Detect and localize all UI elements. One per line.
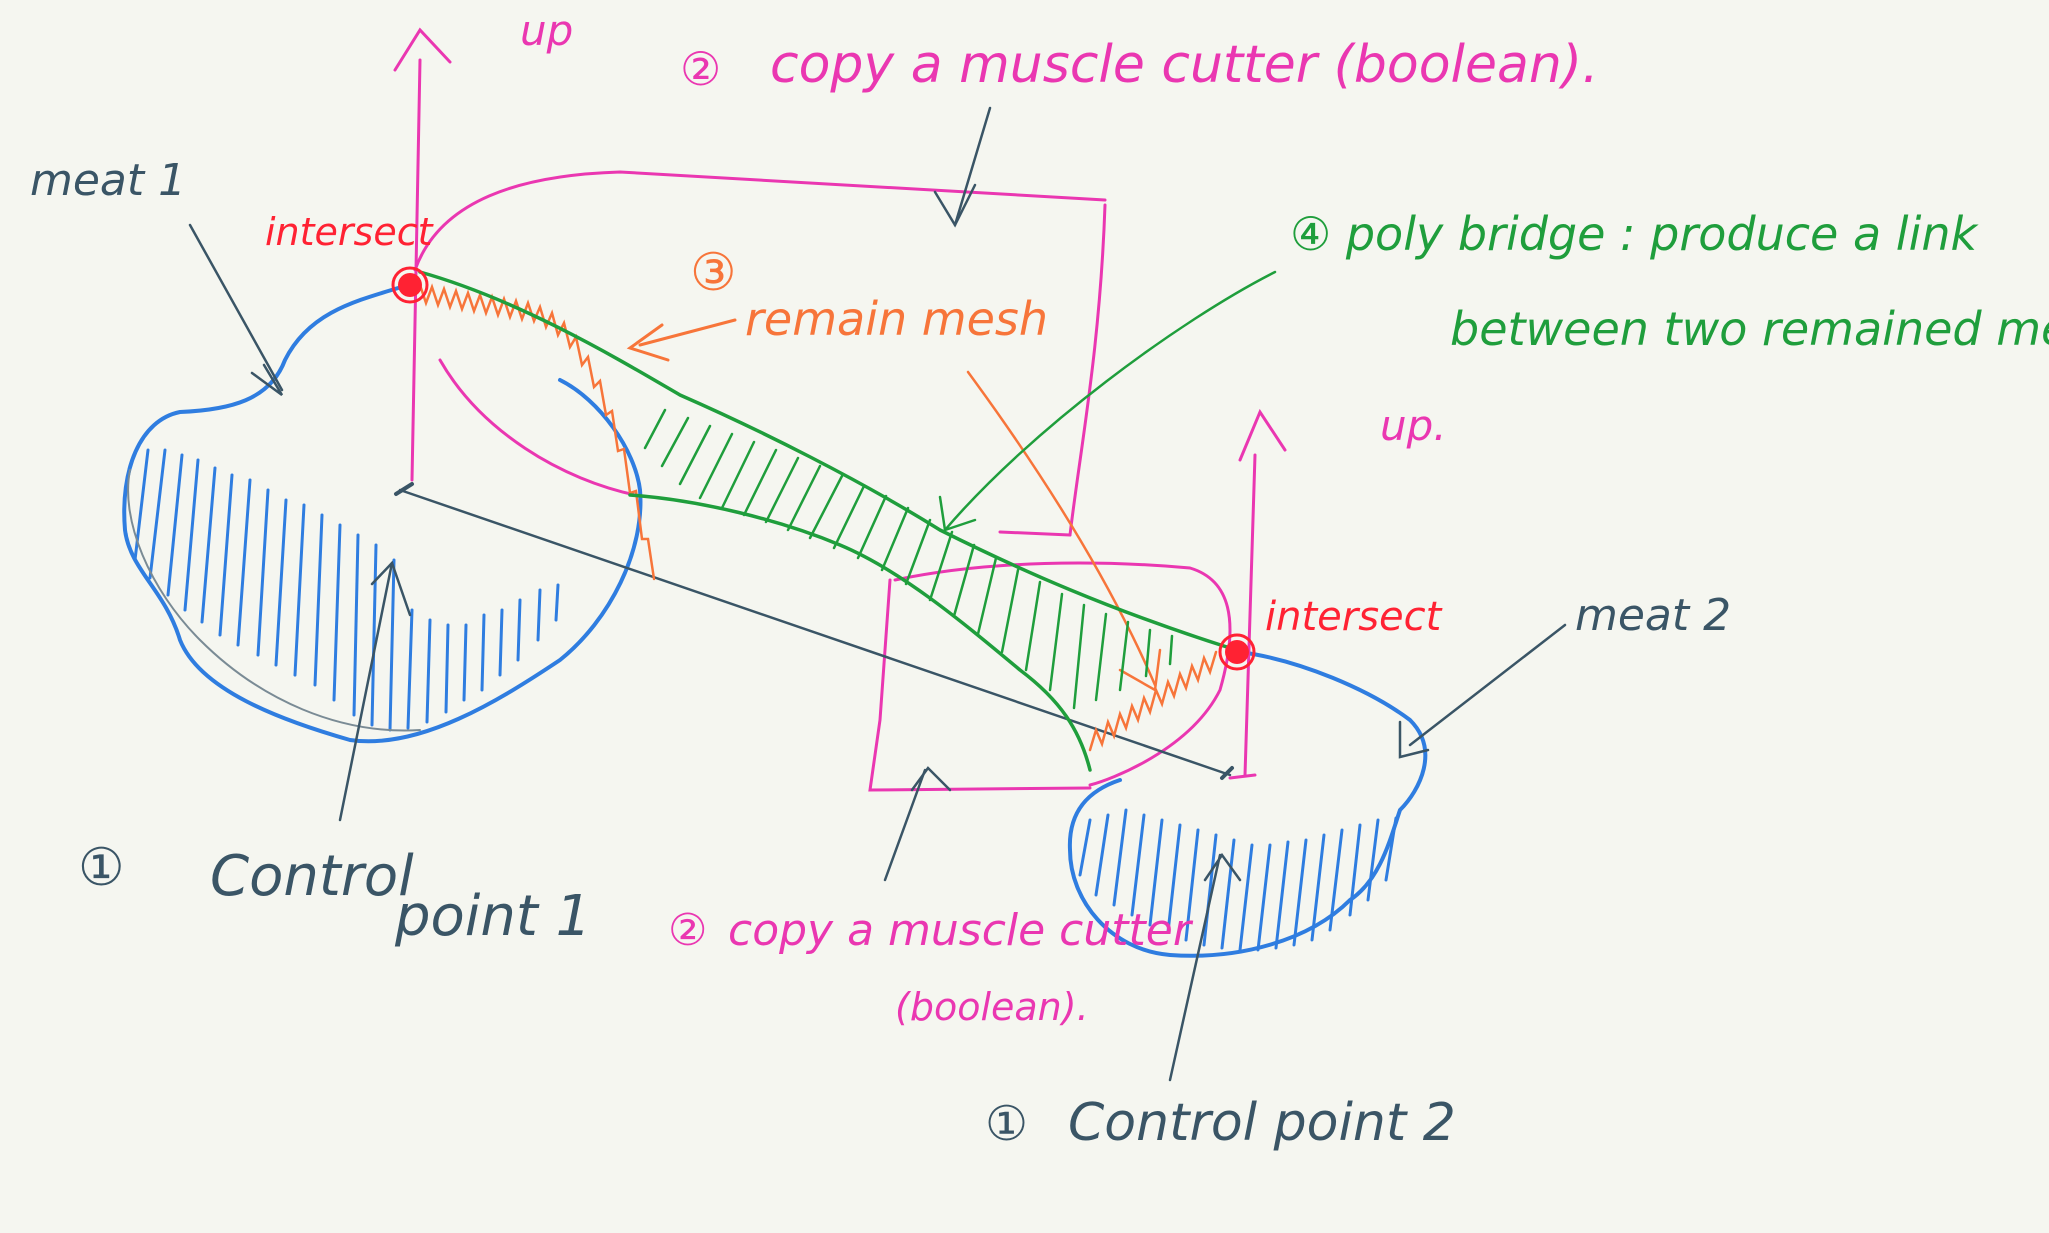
- control-point-2-number: ①: [985, 1096, 1028, 1152]
- step3-label: remain mesh: [745, 292, 1048, 346]
- sketch-canvas: meat 1 meat 2 intersect intersect up up.…: [30, 6, 2049, 1153]
- intersect-left-label: intersect: [265, 210, 435, 254]
- intersect-right-label: intersect: [1265, 594, 1443, 640]
- step2-top-label: copy a muscle cutter (boolean).: [770, 35, 1599, 95]
- muscle-cutter-1: [393, 27, 1107, 537]
- step2-bottom-label-line1: copy a muscle cutter: [728, 905, 1194, 956]
- step3-number: ③: [690, 243, 737, 303]
- intersect-point-2: [1218, 633, 1256, 671]
- poly-bridge: [418, 270, 1277, 772]
- step4-label-line1: ④ poly bridge : produce a link: [1290, 207, 1980, 261]
- up-right-label: up.: [1380, 401, 1447, 450]
- meat1-label: meat 1: [30, 155, 186, 206]
- control-point-1-label-b: point 1: [394, 884, 591, 949]
- control-point-2-label: Control point 2: [1068, 1093, 1456, 1153]
- control-point-1-number: ①: [78, 838, 125, 898]
- remain-mesh: [418, 283, 1218, 752]
- step2-bottom-label-line2: (boolean).: [895, 985, 1089, 1029]
- step2-top-number: ②: [680, 42, 721, 96]
- intersect-point-1: [391, 266, 429, 304]
- step2-bottom-number: ②: [668, 905, 707, 956]
- meat-1-hatch: [133, 448, 560, 732]
- step4-label-line2: between two remained mesh: [1450, 302, 2049, 356]
- labels: meat 1 meat 2 intersect intersect up up.…: [30, 6, 2049, 1153]
- up-left-label: up: [520, 6, 573, 55]
- meat-1-outline: [122, 283, 643, 744]
- meat-1: [122, 283, 643, 744]
- meat2-label: meat 2: [1575, 590, 1731, 641]
- control-point-1-label-a: Control: [210, 844, 414, 909]
